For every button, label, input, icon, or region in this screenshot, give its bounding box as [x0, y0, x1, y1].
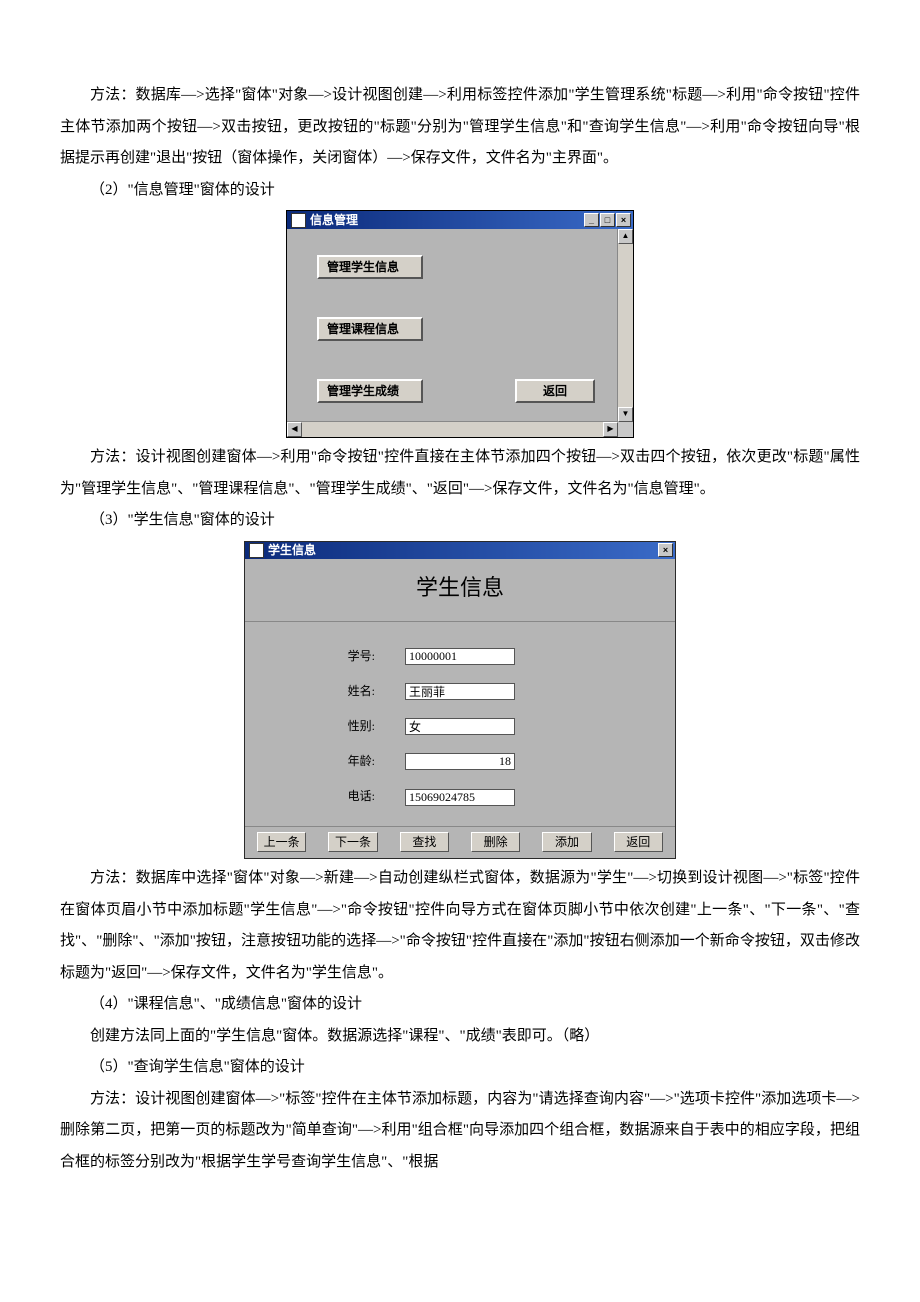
label-phone: 电话: — [275, 784, 405, 809]
manage-student-info-button[interactable]: 管理学生信息 — [317, 255, 423, 279]
titlebar: 信息管理 _ □ × — [287, 211, 633, 229]
field-row-name: 姓名: — [275, 679, 645, 704]
minimize-icon[interactable]: _ — [584, 213, 599, 227]
window-info-management: 信息管理 _ □ × 管理学生信息 管理课程信息 管理学生成绩 返回 ▲ ▼ ◀… — [286, 210, 634, 438]
form-icon — [291, 213, 306, 228]
scroll-left-icon[interactable]: ◀ — [287, 422, 302, 437]
window-title: 信息管理 — [310, 211, 583, 229]
close-icon[interactable]: × — [616, 213, 631, 227]
section-heading-3: （3）"学生信息"窗体的设计 — [60, 505, 860, 537]
back-button[interactable]: 返回 — [515, 379, 595, 403]
field-row-id: 学号: — [275, 644, 645, 669]
label-sex: 性别: — [275, 714, 405, 739]
add-button[interactable]: 添加 — [542, 832, 591, 852]
input-name[interactable] — [405, 683, 515, 700]
window-title: 学生信息 — [268, 542, 657, 559]
window-student-info: 学生信息 × 学生信息 学号: 姓名: 性别: 年龄: 电话: 上一条 下一条 … — [244, 541, 676, 860]
section-heading-4: （4）"课程信息"、"成绩信息"窗体的设计 — [60, 989, 860, 1021]
window-body: 管理学生信息 管理课程信息 管理学生成绩 返回 ▲ ▼ ◀ ▶ — [287, 229, 633, 437]
maximize-icon[interactable]: □ — [600, 213, 615, 227]
field-row-age: 年龄: — [275, 749, 645, 774]
input-age[interactable] — [405, 753, 515, 770]
scroll-right-icon[interactable]: ▶ — [603, 422, 618, 437]
manage-student-score-button[interactable]: 管理学生成绩 — [317, 379, 423, 403]
manage-course-info-button[interactable]: 管理课程信息 — [317, 317, 423, 341]
back-button[interactable]: 返回 — [614, 832, 663, 852]
scrollbar-corner — [618, 422, 633, 437]
paragraph-4: 创建方法同上面的"学生信息"窗体。数据源选择"课程"、"成绩"表即可。（略） — [60, 1021, 860, 1053]
input-phone[interactable] — [405, 789, 515, 806]
section-heading-5: （5）"查询学生信息"窗体的设计 — [60, 1052, 860, 1084]
scroll-up-icon[interactable]: ▲ — [618, 229, 633, 244]
paragraph-method-2: 方法：设计视图创建窗体—>利用"命令按钮"控件直接在主体节添加四个按钮—>双击四… — [60, 442, 860, 505]
label-id: 学号: — [275, 644, 405, 669]
find-button[interactable]: 查找 — [400, 832, 449, 852]
field-row-sex: 性别: — [275, 714, 645, 739]
input-sex[interactable] — [405, 718, 515, 735]
field-row-phone: 电话: — [275, 784, 645, 809]
scroll-down-icon[interactable]: ▼ — [618, 407, 633, 422]
horizontal-scrollbar[interactable]: ◀ ▶ — [287, 421, 618, 437]
section-heading-2: （2）"信息管理"窗体的设计 — [60, 175, 860, 207]
paragraph-method-5: 方法：设计视图创建窗体—>"标签"控件在主体节添加标题，内容为"请选择查询内容"… — [60, 1084, 860, 1179]
input-id[interactable] — [405, 648, 515, 665]
form-footer: 上一条 下一条 查找 删除 添加 返回 — [245, 826, 675, 858]
paragraph-method-1: 方法：数据库—>选择"窗体"对象—>设计视图创建—>利用标签控件添加"学生管理系… — [60, 80, 860, 175]
label-age: 年龄: — [275, 749, 405, 774]
close-icon[interactable]: × — [658, 543, 673, 557]
delete-button[interactable]: 删除 — [471, 832, 520, 852]
label-name: 姓名: — [275, 679, 405, 704]
titlebar: 学生信息 × — [245, 542, 675, 559]
form-heading: 学生信息 — [245, 559, 675, 622]
form-icon — [249, 543, 264, 558]
paragraph-method-3: 方法：数据库中选择"窗体"对象—>新建—>自动创建纵栏式窗体，数据源为"学生"—… — [60, 863, 860, 989]
next-record-button[interactable]: 下一条 — [328, 832, 377, 852]
form-body: 学号: 姓名: 性别: 年龄: 电话: — [245, 622, 675, 826]
prev-record-button[interactable]: 上一条 — [257, 832, 306, 852]
vertical-scrollbar[interactable]: ▲ ▼ — [617, 229, 633, 422]
